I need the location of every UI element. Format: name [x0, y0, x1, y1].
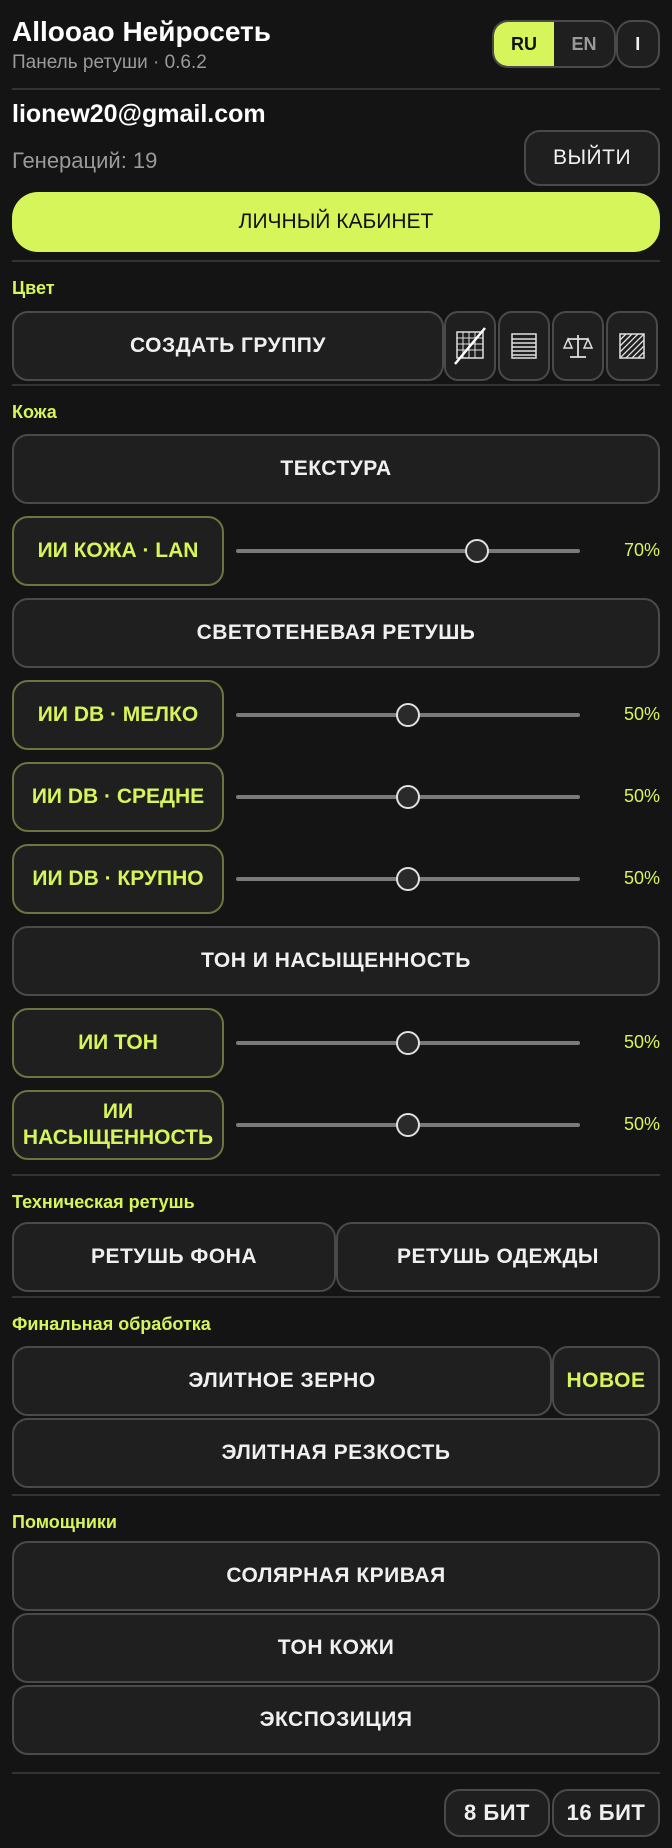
background-retouch-button[interactable]: РЕТУШЬ ФОНА: [12, 1222, 336, 1292]
section-label-color: Цвет: [12, 278, 55, 298]
divider: [12, 1494, 660, 1496]
stripes-button[interactable]: [498, 311, 550, 381]
diagonal-hatch-icon: [619, 333, 645, 359]
ai-tone-value: 50%: [623, 1032, 660, 1052]
ai-skin-value: 70%: [623, 540, 660, 560]
section-label-helpers: Помощники: [12, 1512, 117, 1532]
info-button[interactable]: I: [616, 20, 660, 68]
scales-icon: [562, 335, 594, 358]
ai-db-fine-slider-thumb[interactable]: [396, 703, 420, 727]
stripes-icon: [511, 333, 537, 359]
logout-button[interactable]: ВЫЙТИ: [524, 130, 660, 186]
ai-tone-slider-thumb[interactable]: [396, 1031, 420, 1055]
ai-saturation-value: 50%: [623, 1114, 660, 1134]
elite-grain-button[interactable]: ЭЛИТНОЕ ЗЕРНО: [12, 1346, 552, 1416]
divider: [12, 1296, 660, 1298]
skin-tone-button[interactable]: ТОН КОЖИ: [12, 1613, 660, 1683]
solar-curve-button[interactable]: СОЛЯРНАЯ КРИВАЯ: [12, 1541, 660, 1611]
bit-8-button[interactable]: 8 БИТ: [444, 1789, 550, 1837]
ai-db-medium-button[interactable]: ИИ DB · СРЕДНЕ: [12, 762, 224, 832]
section-label-final: Финальная обработка: [12, 1314, 211, 1334]
divider: [12, 88, 660, 90]
ai-skin-slider-thumb[interactable]: [464, 539, 489, 563]
new-badge-button[interactable]: НОВОЕ: [552, 1346, 660, 1416]
lang-en-button[interactable]: EN: [554, 22, 614, 66]
create-group-button[interactable]: СОЗДАТЬ ГРУППУ: [12, 311, 444, 381]
generations-count: Генераций: 19: [12, 148, 158, 173]
ai-db-coarse-button[interactable]: ИИ DB · КРУПНО: [12, 844, 224, 914]
ai-db-coarse-slider-thumb[interactable]: [396, 867, 420, 891]
clothes-retouch-button[interactable]: РЕТУШЬ ОДЕЖДЫ: [336, 1222, 660, 1292]
divider: [12, 384, 660, 386]
elite-sharpness-button[interactable]: ЭЛИТНАЯ РЕЗКОСТЬ: [12, 1418, 660, 1488]
ai-db-coarse-value: 50%: [623, 868, 660, 888]
ai-saturation-label-line1: ИИ: [102, 1100, 134, 1123]
ai-saturation-button[interactable]: ИИ НАСЫЩЕННОСТЬ: [12, 1090, 224, 1160]
user-email: lionew20@gmail.com: [12, 100, 266, 128]
lang-ru-button[interactable]: RU: [494, 22, 554, 66]
ai-saturation-label-line2: НАСЫЩЕННОСТЬ: [22, 1126, 214, 1149]
ai-db-medium-value: 50%: [623, 786, 660, 806]
app-subtitle: Панель ретуши · 0.6.2: [12, 52, 207, 73]
bit-16-button[interactable]: 16 БИТ: [552, 1789, 660, 1837]
hatch-button[interactable]: [606, 311, 658, 381]
divider: [12, 1772, 660, 1774]
tone-saturation-button[interactable]: ТОН И НАСЫЩЕННОСТЬ: [12, 926, 660, 996]
light-shadow-retouch-button[interactable]: СВЕТОТЕНЕВАЯ РЕТУШЬ: [12, 598, 660, 668]
divider: [12, 260, 660, 262]
ai-db-fine-button[interactable]: ИИ DB · МЕЛКО: [12, 680, 224, 750]
ai-db-medium-slider-thumb[interactable]: [396, 785, 420, 809]
language-switch: RU EN: [492, 20, 616, 68]
divider: [12, 1174, 660, 1176]
ai-saturation-slider-thumb[interactable]: [396, 1113, 420, 1137]
personal-cabinet-button[interactable]: ЛИЧНЫЙ КАБИНЕТ: [12, 192, 660, 252]
section-label-technical: Техническая ретушь: [12, 1192, 195, 1212]
exposure-button[interactable]: ЭКСПОЗИЦИЯ: [12, 1685, 660, 1755]
ai-skin-lan-button[interactable]: ИИ КОЖА · LAN: [12, 516, 224, 586]
texture-button[interactable]: ТЕКСТУРА: [12, 434, 660, 504]
grid-off-icon: [454, 327, 486, 365]
grid-off-button[interactable]: [444, 311, 496, 381]
scales-button[interactable]: [552, 311, 604, 381]
app-title: Allooao Нейросеть: [12, 16, 271, 47]
section-label-skin: Кожа: [12, 402, 57, 422]
ai-db-fine-value: 50%: [623, 704, 660, 724]
ai-tone-button[interactable]: ИИ ТОН: [12, 1008, 224, 1078]
ai-skin-slider[interactable]: [236, 549, 580, 553]
